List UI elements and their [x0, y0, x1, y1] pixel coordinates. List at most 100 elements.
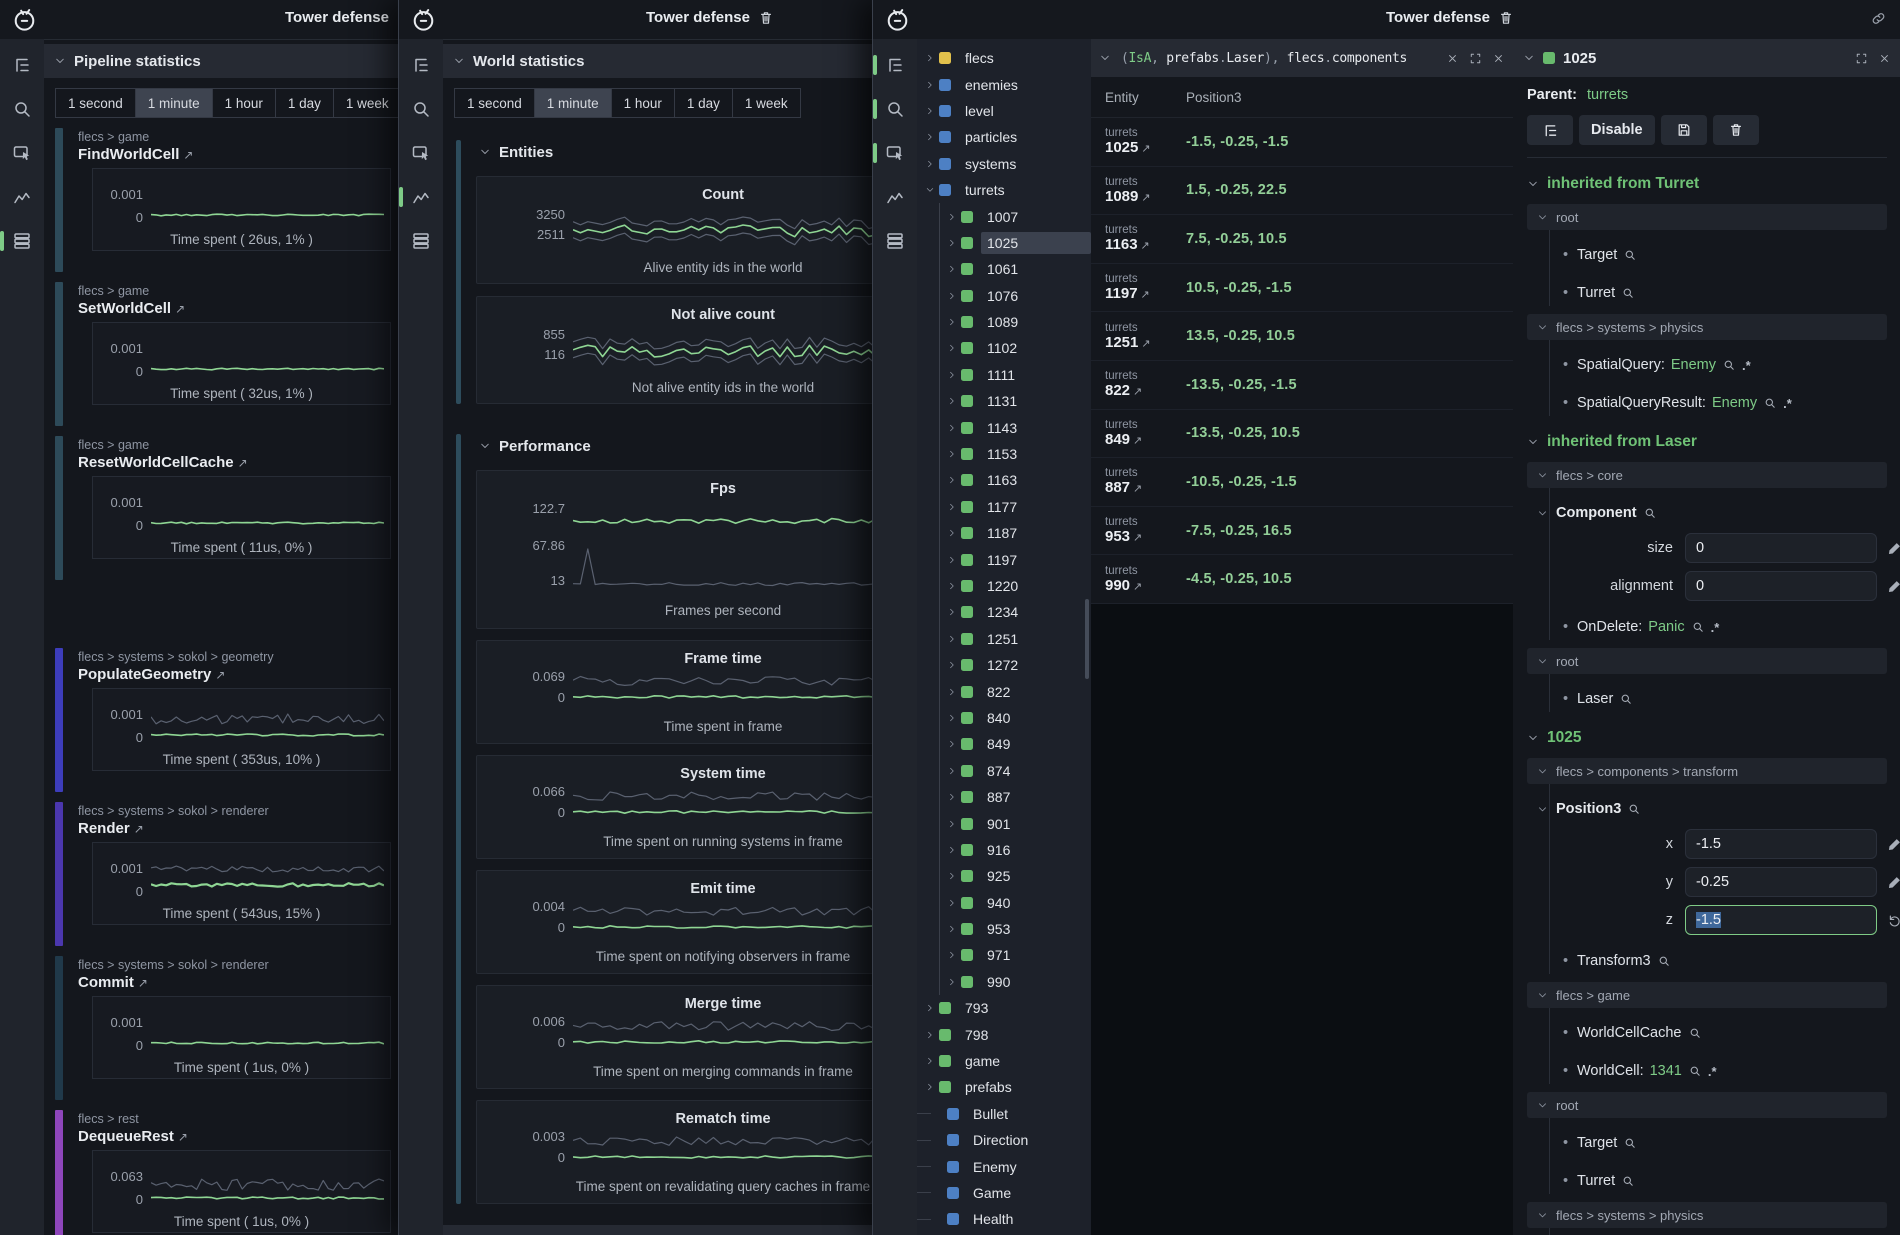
module-path-row[interactable]: flecs > systems > physics	[1527, 1202, 1887, 1228]
tree-item-1111[interactable]: 1111	[917, 362, 1091, 388]
tree-item-1061[interactable]: 1061	[917, 256, 1091, 282]
search-icon[interactable]	[1688, 1064, 1702, 1078]
search-icon[interactable]	[1627, 802, 1641, 816]
section-header[interactable]: Entities	[479, 140, 873, 164]
fullscreen-icon[interactable]	[1855, 52, 1868, 65]
chevron-right-icon[interactable]	[947, 871, 957, 881]
time-range-tab-1-week[interactable]: 1 week	[333, 88, 398, 118]
tree-item-Bullet[interactable]: Bullet	[917, 1101, 1091, 1127]
sidebar-tree-button[interactable]	[0, 47, 44, 83]
delete-world-icon[interactable]	[1498, 10, 1514, 26]
tree-item-1153[interactable]: 1153	[917, 441, 1091, 467]
tree-item-enemies[interactable]: enemies	[917, 71, 1091, 97]
tree-item-1089[interactable]: 1089	[917, 309, 1091, 335]
module-path-row[interactable]: flecs > game	[1527, 982, 1887, 1008]
query-result-row[interactable]: turrets 822↗ -13.5, -0.25, -1.5	[1091, 361, 1513, 410]
component-Turret[interactable]: •Turret	[1527, 280, 1887, 306]
time-range-tab-1-day[interactable]: 1 day	[275, 88, 334, 118]
module-path-row[interactable]: root	[1527, 1092, 1887, 1118]
chevron-right-icon[interactable]	[947, 713, 957, 723]
edit-pencil-icon[interactable]	[1887, 875, 1900, 890]
search-icon[interactable]	[1623, 248, 1637, 262]
tree-item-925[interactable]: 925	[917, 863, 1091, 889]
chevron-right-icon[interactable]	[947, 607, 957, 617]
tree-item-flecs[interactable]: flecs	[917, 45, 1091, 71]
component-Laser[interactable]: •Laser	[1527, 686, 1887, 712]
chevron-right-icon[interactable]	[947, 475, 957, 485]
tree-item-840[interactable]: 840	[917, 705, 1091, 731]
tree-item-Health[interactable]: Health	[917, 1206, 1091, 1232]
chevron-right-icon[interactable]	[947, 343, 957, 353]
chevron-right-icon[interactable]	[947, 264, 957, 274]
close-icon[interactable]	[1446, 52, 1459, 65]
close-icon[interactable]	[1878, 52, 1891, 65]
search-icon[interactable]	[1763, 396, 1777, 410]
chevron-right-icon[interactable]	[947, 396, 957, 406]
tree-item-1143[interactable]: 1143	[917, 414, 1091, 440]
component-value-link[interactable]: 1341	[1650, 1063, 1682, 1079]
disable-button[interactable]: Disable	[1579, 115, 1655, 145]
tree-item-Enemy[interactable]: Enemy	[917, 1153, 1091, 1179]
open-entity-link[interactable]: ↗	[175, 302, 185, 316]
tree-item-874[interactable]: 874	[917, 758, 1091, 784]
tree-item-1007[interactable]: 1007	[917, 203, 1091, 229]
delete-button[interactable]	[1713, 115, 1759, 145]
open-entity-link[interactable]: ↗	[138, 976, 148, 990]
search-icon[interactable]	[1623, 1136, 1637, 1150]
field-input-z[interactable]: -1.5	[1685, 905, 1877, 935]
component-WorldCellCache[interactable]: •WorldCellCache	[1527, 1020, 1887, 1046]
tree-item-916[interactable]: 916	[917, 837, 1091, 863]
chevron-right-icon[interactable]	[925, 132, 935, 142]
query-result-row[interactable]: turrets 849↗ -13.5, -0.25, 10.5	[1091, 410, 1513, 459]
close-icon[interactable]	[1492, 52, 1505, 65]
chevron-right-icon[interactable]	[947, 370, 957, 380]
chevron-down-icon[interactable]	[1099, 52, 1111, 64]
chevron-right-icon[interactable]	[947, 581, 957, 591]
sidebar-search-button[interactable]	[873, 91, 917, 127]
query-result-row[interactable]: turrets 1089↗ 1.5, -0.25, 22.5	[1091, 167, 1513, 216]
component-Position3[interactable]: Position3	[1527, 796, 1887, 822]
tree-item-Game[interactable]: Game	[917, 1180, 1091, 1206]
chevron-down-icon[interactable]	[1523, 52, 1535, 64]
save-button[interactable]	[1661, 115, 1707, 145]
tree-item-1187[interactable]: 1187	[917, 520, 1091, 546]
chevron-right-icon[interactable]	[947, 766, 957, 776]
chevron-right-icon[interactable]	[947, 660, 957, 670]
entity-id-link[interactable]: 990↗	[1105, 577, 1186, 594]
sidebar-stats-button[interactable]	[873, 223, 917, 259]
chevron-right-icon[interactable]	[947, 528, 957, 538]
tree-item-particles[interactable]: particles	[917, 124, 1091, 150]
tree-item-940[interactable]: 940	[917, 890, 1091, 916]
tree-item-1131[interactable]: 1131	[917, 388, 1091, 414]
search-icon[interactable]	[1657, 954, 1671, 968]
module-path-row[interactable]: flecs > core	[1527, 462, 1887, 488]
tree-item-1102[interactable]: 1102	[917, 335, 1091, 361]
sidebar-chart-button[interactable]	[873, 179, 917, 215]
field-input-alignment[interactable]: 0	[1685, 571, 1877, 601]
chevron-right-icon[interactable]	[947, 977, 957, 987]
chevron-right-icon[interactable]	[925, 1056, 935, 1066]
component-Target[interactable]: •Target	[1527, 1130, 1887, 1156]
open-entity-link[interactable]: ↗	[215, 668, 225, 682]
chevron-down-icon[interactable]	[925, 185, 935, 195]
chevron-right-icon[interactable]	[947, 555, 957, 565]
time-range-tab-1-day[interactable]: 1 day	[674, 88, 733, 118]
pipeline-panel-header[interactable]: Pipeline statistics	[44, 44, 398, 78]
entity-id-link[interactable]: 953↗	[1105, 528, 1186, 545]
share-link-icon[interactable]	[1870, 10, 1887, 27]
query-expression[interactable]: (IsA, prefabs.Laser), flecs.components	[1121, 51, 1440, 66]
close-panel-icon[interactable]	[1492, 52, 1505, 65]
entity-id-link[interactable]: 1089↗	[1105, 188, 1186, 205]
sidebar-inspect-button[interactable]	[399, 135, 443, 171]
chevron-right-icon[interactable]	[947, 898, 957, 908]
open-entity-link[interactable]: ↗	[238, 456, 248, 470]
component-value-link[interactable]: Enemy	[1712, 395, 1757, 411]
chevron-right-icon[interactable]	[947, 924, 957, 934]
open-entity-link[interactable]: ↗	[183, 148, 193, 162]
sidebar-chart-button[interactable]	[0, 179, 44, 215]
chevron-right-icon[interactable]	[947, 212, 957, 222]
chevron-right-icon[interactable]	[947, 502, 957, 512]
open-entity-link[interactable]: ↗	[178, 1130, 188, 1144]
module-path-row[interactable]: root	[1527, 204, 1887, 230]
parent-link[interactable]: turrets	[1587, 87, 1628, 103]
